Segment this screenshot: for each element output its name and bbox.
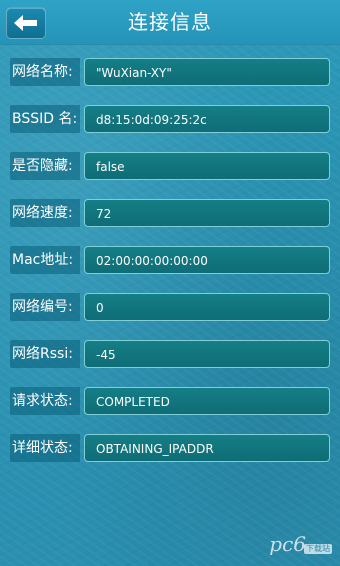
hidden-label: 是否隐藏: [10,152,80,180]
mac-label: Mac地址: [10,246,80,274]
network-id-value: 0 [84,293,330,321]
info-row-rssi: 网络Rssi: -45 [10,340,330,368]
watermark-text: pc6 [269,532,306,556]
detail-state-label: 详细状态: [10,434,80,462]
info-row-network-id: 网络编号: 0 [10,293,330,321]
title-bar: 连接信息 [0,0,340,45]
watermark-badge: 下载站 [304,544,332,554]
info-row-network-name: 网络名称: "WuXian-XY" [10,58,330,86]
page-title: 连接信息 [128,10,212,34]
network-name-label: 网络名称: [10,58,80,86]
info-row-speed: 网络速度: 72 [10,199,330,227]
speed-value: 72 [84,199,330,227]
info-row-hidden: 是否隐藏: false [10,152,330,180]
request-state-value: COMPLETED [84,387,330,415]
hidden-value: false [84,152,330,180]
info-row-mac: Mac地址: 02:00:00:00:00:00 [10,246,330,274]
watermark-logo: pc6 下载站 [262,530,332,560]
bssid-value: d8:15:0d:09:25:2c [84,105,330,133]
info-row-bssid: BSSID 名: d8:15:0d:09:25:2c [10,105,330,133]
rssi-value: -45 [84,340,330,368]
info-row-request-state: 请求状态: COMPLETED [10,387,330,415]
speed-label: 网络速度: [10,199,80,227]
request-state-label: 请求状态: [10,387,80,415]
mac-value: 02:00:00:00:00:00 [84,246,330,274]
network-id-label: 网络编号: [10,293,80,321]
info-row-detail-state: 详细状态: OBTAINING_IPADDR [10,434,330,462]
network-name-value: "WuXian-XY" [84,58,330,86]
detail-state-value: OBTAINING_IPADDR [84,434,330,462]
bssid-label: BSSID 名: [10,105,80,133]
connection-info-list: 网络名称: "WuXian-XY" BSSID 名: d8:15:0d:09:2… [10,58,330,481]
rssi-label: 网络Rssi: [10,340,80,368]
